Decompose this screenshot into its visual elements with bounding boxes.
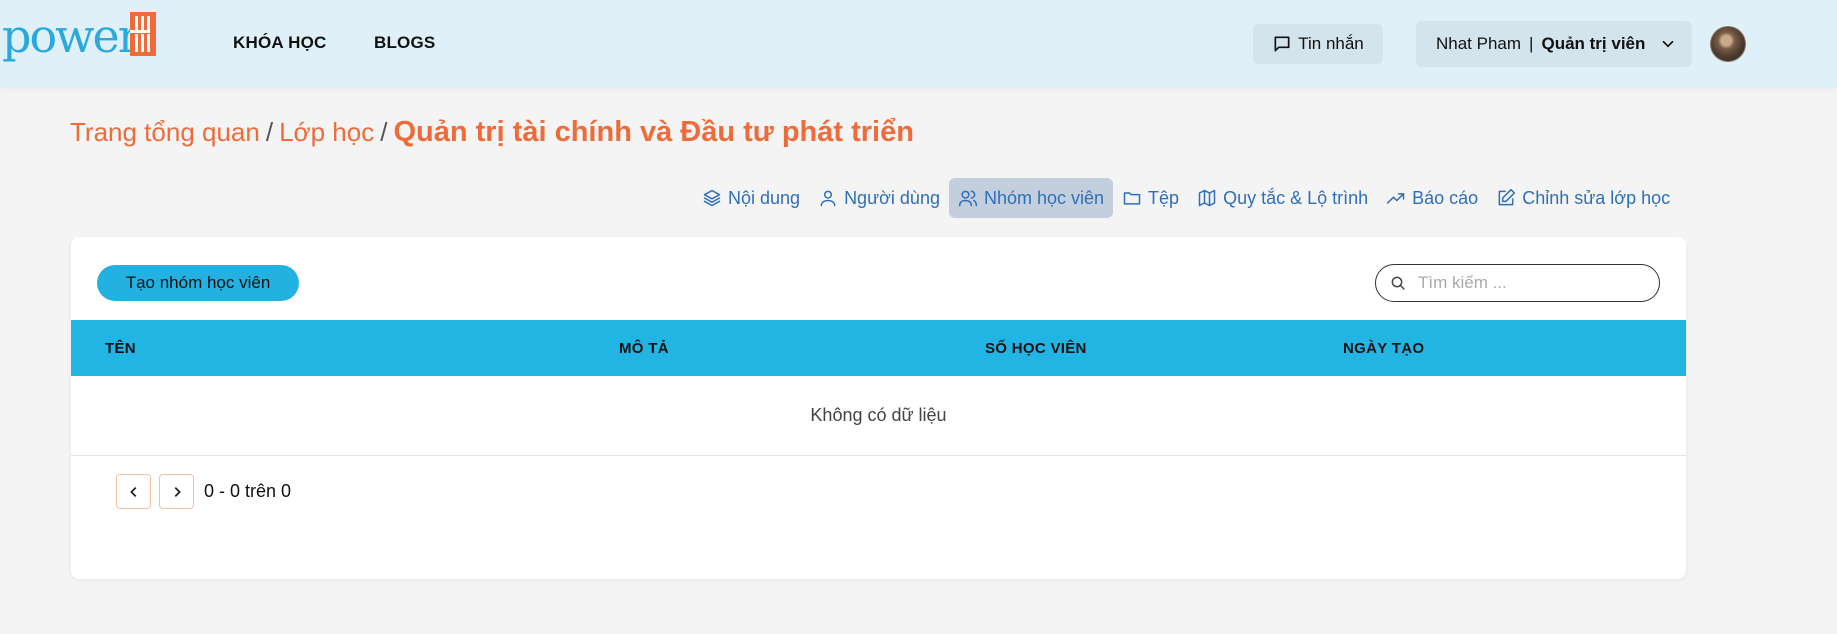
user-icon bbox=[820, 190, 836, 207]
logo-five-mark bbox=[130, 12, 156, 56]
power5-logo[interactable]: power bbox=[2, 10, 162, 62]
folder-icon bbox=[1123, 192, 1141, 205]
search-box[interactable] bbox=[1375, 264, 1660, 302]
tab-files[interactable]: Tệp bbox=[1113, 178, 1188, 218]
prev-page-button[interactable] bbox=[116, 474, 151, 509]
user-name: Nhat Pham bbox=[1436, 34, 1522, 53]
tab-label: Người dùng bbox=[844, 187, 940, 208]
nav-blogs[interactable]: BLOGS bbox=[374, 33, 435, 53]
chevron-down-icon bbox=[1663, 40, 1674, 48]
page-title: Quản trị tài chính và Đầu tư phát triển bbox=[393, 116, 914, 148]
table-header: TÊN MÔ TẢ SỐ HỌC VIÊN NGÀY TẠO bbox=[71, 320, 1686, 376]
breadcrumb-dashboard[interactable]: Trang tổng quan bbox=[70, 117, 260, 148]
tab-rules-paths[interactable]: Quy tắc & Lộ trình bbox=[1188, 178, 1377, 218]
column-created-date[interactable]: NGÀY TẠO bbox=[1343, 340, 1424, 357]
messages-button[interactable]: Tin nhắn bbox=[1253, 24, 1383, 64]
empty-state: Không có dữ liệu bbox=[71, 376, 1686, 456]
tab-label: Nhóm học viên bbox=[983, 187, 1105, 208]
column-name[interactable]: TÊN bbox=[105, 340, 136, 357]
tab-content[interactable]: Nội dung bbox=[693, 178, 809, 218]
breadcrumb-separator: / bbox=[265, 117, 274, 147]
pagination: 0 - 0 trên 0 bbox=[116, 474, 291, 509]
column-student-count[interactable]: SỐ HỌC VIÊN bbox=[985, 340, 1087, 357]
trending-up-icon bbox=[1387, 193, 1405, 204]
nav-courses[interactable]: KHÓA HỌC bbox=[233, 33, 327, 53]
breadcrumb-classes[interactable]: Lớp học bbox=[279, 117, 374, 148]
create-group-button[interactable]: Tạo nhóm học viên bbox=[97, 265, 299, 301]
users-icon bbox=[958, 190, 978, 207]
avatar[interactable] bbox=[1710, 26, 1746, 62]
tab-label: Tệp bbox=[1148, 187, 1180, 208]
user-menu-button[interactable]: Nhat Pham | Quản trị viên bbox=[1416, 21, 1692, 67]
tab-edit-class[interactable]: Chỉnh sửa lớp học bbox=[1487, 178, 1679, 218]
chevron-right-icon bbox=[174, 486, 181, 497]
breadcrumb-separator: / bbox=[380, 117, 388, 147]
layers-icon bbox=[703, 189, 721, 207]
messages-label: Tin nhắn bbox=[1298, 34, 1364, 53]
tab-label: Quy tắc & Lộ trình bbox=[1223, 187, 1369, 208]
user-role: Quản trị viên bbox=[1541, 34, 1646, 53]
pagination-summary: 0 - 0 trên 0 bbox=[204, 481, 292, 501]
search-icon bbox=[1391, 276, 1405, 290]
empty-text: Không có dữ liệu bbox=[810, 405, 947, 425]
tab-label: Chỉnh sửa lớp học bbox=[1522, 187, 1671, 208]
student-groups-panel: Tạo nhóm học viên TÊN MÔ TẢ SỐ HỌC VIÊN … bbox=[71, 237, 1686, 579]
next-page-button[interactable] bbox=[159, 474, 194, 509]
chevron-left-icon bbox=[129, 486, 136, 497]
top-navbar: power KHÓA HỌC BLOGS Tin nhắn Nhat Pham … bbox=[0, 0, 1837, 88]
message-icon bbox=[1274, 36, 1290, 52]
search-input[interactable] bbox=[1418, 273, 1638, 293]
map-icon bbox=[1198, 189, 1216, 207]
tab-label: Báo cáo bbox=[1412, 187, 1479, 208]
tab-users[interactable]: Người dùng bbox=[809, 178, 949, 218]
tab-student-groups[interactable]: Nhóm học viên bbox=[948, 178, 1114, 218]
class-tabs: Nội dung Người dùng Nhóm học viên Tệp Qu… bbox=[693, 178, 1679, 218]
edit-icon bbox=[1498, 188, 1516, 206]
user-separator: | bbox=[1529, 34, 1534, 53]
tab-reports[interactable]: Báo cáo bbox=[1377, 178, 1487, 218]
column-description[interactable]: MÔ TẢ bbox=[619, 340, 669, 357]
breadcrumb: Trang tổng quan / Lớp học / Quản trị tài… bbox=[70, 116, 914, 149]
logo-text: power bbox=[2, 9, 140, 63]
tab-label: Nội dung bbox=[728, 187, 801, 208]
